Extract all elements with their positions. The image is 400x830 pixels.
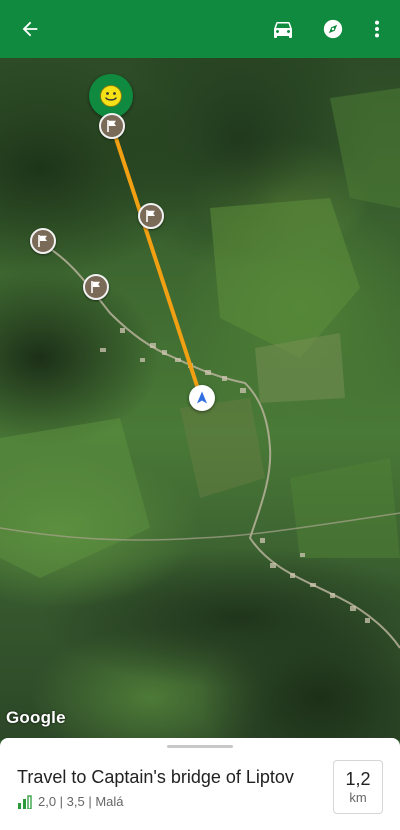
trip-bottom-sheet[interactable]: Travel to Captain's bridge of Liptov 2,0… [0,738,400,830]
satellite-map[interactable]: Google [0,58,400,740]
top-toolbar [0,0,400,58]
car-icon [274,22,292,38]
poi-marker[interactable] [30,228,56,254]
distance-value: 1,2 [345,769,371,789]
navigation-arrow-icon [197,391,207,404]
flag-icon [91,281,100,293]
flag-icon [107,120,116,132]
more-options-button[interactable] [357,9,397,49]
distance-badge: 1,2 km [333,760,383,814]
poi-marker[interactable] [138,203,164,229]
poi-marker[interactable] [99,113,125,139]
google-attribution: Google [6,708,66,727]
driving-mode-button[interactable] [263,9,303,49]
app-screen: Google Travel to Captain's bridge of Lip… [0,0,400,830]
user-marker[interactable] [89,74,133,118]
arrow-left-icon [22,21,38,37]
trip-stats: 2,0 | 3,5 | Malá [17,794,124,809]
smiley-face-icon [100,85,122,107]
sheet-drag-handle[interactable] [167,745,233,748]
current-location-marker[interactable] [189,385,215,411]
trip-stats-text: 2,0 | 3,5 | Malá [38,794,124,809]
poi-marker[interactable] [83,274,109,300]
back-button[interactable] [10,9,50,49]
difficulty-bars-icon [18,794,32,809]
distance-unit: km [349,790,367,805]
trip-title: Travel to Captain's bridge of Liptov [17,767,294,787]
compass-button[interactable] [313,9,353,49]
compass-icon [323,19,343,39]
more-vertical-icon [374,20,380,38]
flag-icon [146,210,155,222]
flag-icon [38,235,47,247]
route-line [110,124,203,400]
